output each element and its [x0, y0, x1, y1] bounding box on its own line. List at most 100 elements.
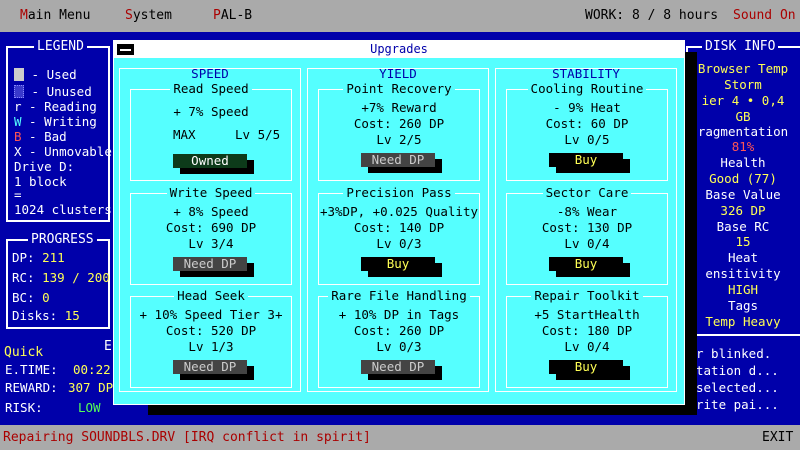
legend-label: - Bad [21, 129, 67, 144]
log-line: selected... [696, 380, 779, 395]
card-max: MAX [173, 127, 196, 142]
card-cost: Cost: 60 DP [545, 116, 629, 131]
progress-title: PROGRESS [28, 232, 97, 248]
dp-value: 211 [42, 250, 65, 265]
progress-panel: PROGRESS DP: 211 RC: 139 / 200 BC: 0 Dis… [6, 232, 110, 329]
unused-block-icon [14, 85, 24, 98]
exit-button[interactable]: EXIT [762, 425, 793, 450]
disk-info-title: DISK INFO [702, 39, 779, 55]
card-title: Cooling Routine [527, 81, 647, 96]
tags-label: Tags [727, 298, 759, 313]
upgrades-dialog: Upgrades SPEED Read Speed + 7% Speed MAX… [113, 40, 685, 405]
equals-sign: = [14, 187, 22, 202]
bc-row: BC: 0 [12, 290, 50, 305]
base-rc-label: Base RC [716, 219, 770, 234]
upgrade-card-precision-pass: Precision Pass +3%DP, +0.025 Quality Cos… [318, 185, 480, 285]
card-effect: + 8% Speed [173, 204, 249, 219]
close-icon[interactable] [116, 43, 135, 56]
card-effect: +3%DP, +0.025 Quality [319, 204, 479, 219]
bc-value: 0 [42, 290, 50, 305]
card-title: Rare File Handling [328, 288, 470, 303]
card-title: Point Recovery [343, 81, 455, 96]
dialog-shadow-right [685, 52, 697, 415]
sensitivity-value: HIGH [727, 282, 759, 297]
legend-title: LEGEND [34, 39, 87, 55]
drive-label: Drive D: [14, 159, 75, 174]
cluster-count: 1024 clusters [14, 202, 112, 217]
log-line: tation d... [696, 363, 779, 378]
disk-name-line2: Storm [724, 77, 762, 92]
dialog-titlebar: Upgrades [114, 41, 684, 58]
card-effect: + 7% Speed [173, 104, 249, 119]
card-cost: Cost: 690 DP [165, 220, 257, 235]
unmovable-symbol: X [14, 144, 22, 159]
buy-button[interactable]: Buy [361, 257, 435, 271]
upgrade-card-repair-toolkit: Repair Toolkit +5 StartHealth Cost: 180 … [506, 288, 668, 388]
disk-info-panel: DISK INFO Browser Temp Storm ier 4 • 0,4… [686, 39, 800, 336]
legend-item-used: - Used [14, 67, 77, 82]
base-value: 326 DP [720, 203, 766, 218]
disks-value: 15 [64, 308, 80, 323]
card-effect: +5 StartHealth [534, 307, 640, 322]
column-yield: YIELD Point Recovery +7% Reward Cost: 26… [307, 66, 489, 392]
card-effect: - 9% Heat [553, 100, 621, 115]
status-message: Repairing SOUNDBLS.DRV [IRQ conflict in … [3, 430, 371, 445]
log-line: rite pai... [696, 397, 779, 412]
sound-toggle[interactable]: Sound On [733, 0, 796, 32]
upgrade-card-point-recovery: Point Recovery +7% Reward Cost: 260 DP L… [318, 81, 480, 181]
buy-button[interactable]: Buy [549, 360, 623, 374]
card-level: Lv 5/5 [235, 127, 281, 142]
legend-label: - Unused [24, 84, 92, 99]
disk-tier: ier 4 • 0,4 [701, 93, 785, 108]
pal-menu-label: AL-B [220, 8, 253, 23]
legend-item-writing: W - Writing [14, 114, 97, 129]
reward-value: 307 DP [68, 380, 114, 395]
used-block-icon [14, 68, 24, 81]
buy-button[interactable]: Buy [549, 153, 623, 167]
need-dp-button[interactable]: Need DP [173, 257, 247, 271]
buy-button[interactable]: Buy [549, 257, 623, 271]
upgrade-card-read-speed: Read Speed + 7% Speed MAX Lv 5/5 Owned [130, 81, 292, 181]
legend-item-unmovable: X - Unmovable [14, 144, 112, 159]
dp-label: DP: [12, 250, 35, 265]
upgrade-card-head-seek: Head Seek + 10% Speed Tier 3+ Cost: 520 … [130, 288, 292, 388]
health-label: Health [720, 155, 766, 170]
card-cost: Cost: 180 DP [541, 323, 633, 338]
legend-item-reading: r - Reading [14, 99, 97, 114]
dp-row: DP: 211 [12, 250, 65, 265]
column-title: STABILITY [552, 66, 620, 81]
system-menu[interactable]: System [125, 0, 172, 32]
dialog-shadow [148, 405, 697, 415]
risk-value: LOW [78, 400, 101, 415]
card-effect: + 10% DP in Tags [338, 307, 460, 322]
etime-value: 00:22 [73, 362, 111, 377]
main-menu-label: ain Menu [27, 8, 91, 23]
main-menu[interactable]: Main Menu [20, 0, 90, 32]
need-dp-button[interactable]: Need DP [361, 360, 435, 374]
block-size: 1 block [14, 174, 67, 189]
fragmentation-value: 81% [731, 139, 755, 154]
dialog-title: Upgrades [370, 42, 428, 56]
system-menu-label: ystem [132, 8, 172, 23]
risk-row: RISK: LOW [5, 400, 101, 415]
log-panel: r blinked. tation d... selected... rite … [686, 342, 800, 422]
card-title: Precision Pass [343, 185, 455, 200]
need-dp-button[interactable]: Need DP [361, 153, 435, 167]
disk-name-line1: Browser Temp [697, 61, 789, 76]
card-effect: -8% Wear [556, 204, 618, 219]
card-title: Repair Toolkit [531, 288, 643, 303]
disks-row: Disks: 15 [12, 308, 80, 323]
upgrade-card-write-speed: Write Speed + 8% Speed Cost: 690 DP Lv 3… [130, 185, 292, 285]
status-bar: Repairing SOUNDBLS.DRV [IRQ conflict in … [0, 425, 800, 450]
quick-title-tail: E [104, 339, 112, 354]
legend-panel: LEGEND - Used - Unused r - Reading W - W… [6, 39, 112, 222]
card-effect: + 10% Speed Tier 3+ [139, 307, 283, 322]
need-dp-button[interactable]: Need DP [173, 360, 247, 374]
work-hours-status: WORK: 8 / 8 hours [585, 8, 719, 23]
legend-item-unused: - Unused [14, 84, 92, 99]
owned-button[interactable]: Owned [173, 154, 247, 168]
card-effect: +7% Reward [361, 100, 437, 115]
pal-menu[interactable]: PAL-B [213, 0, 252, 32]
card-cost: Cost: 260 DP [353, 323, 445, 338]
upgrade-card-rare-file-handling: Rare File Handling + 10% DP in Tags Cost… [318, 288, 480, 388]
